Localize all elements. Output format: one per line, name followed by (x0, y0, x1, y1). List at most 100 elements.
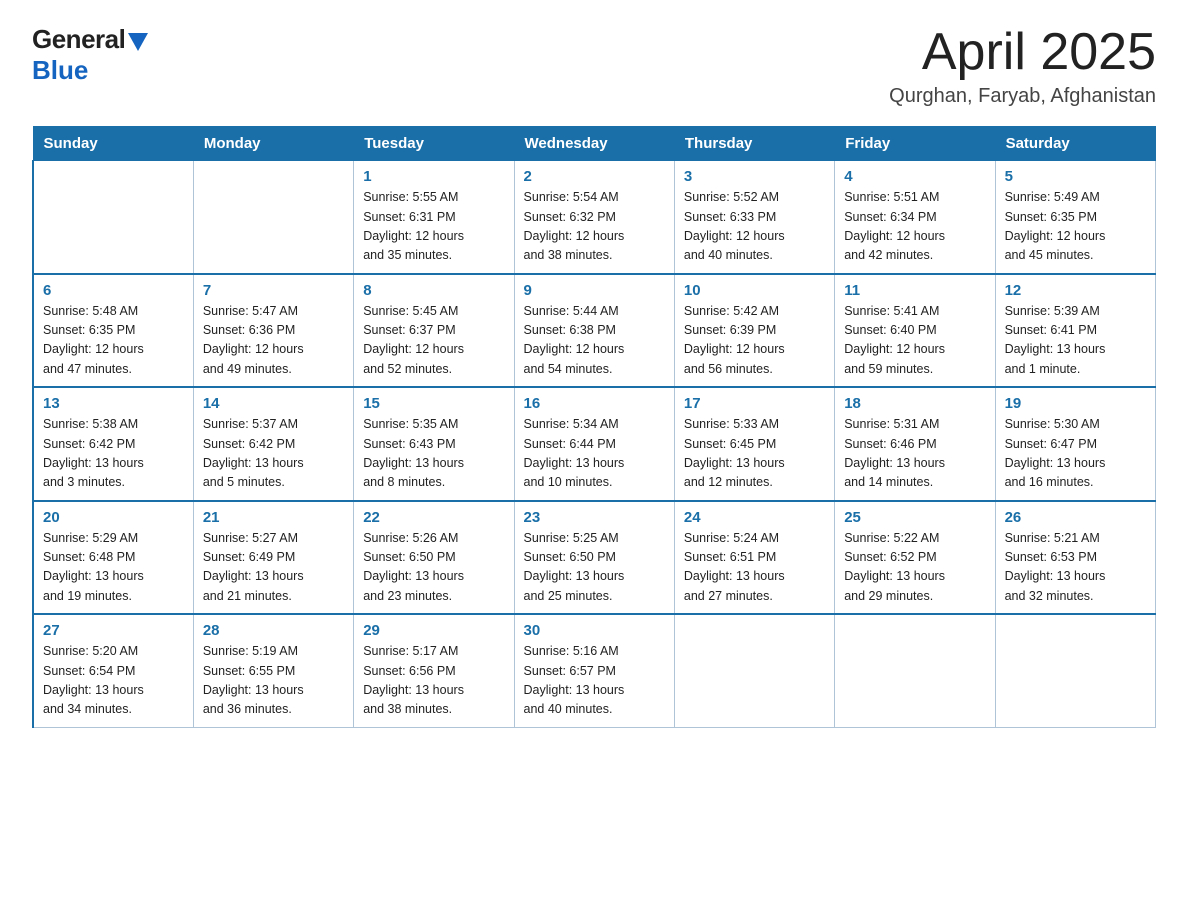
day-number: 14 (203, 395, 344, 412)
calendar-cell (674, 614, 834, 727)
calendar-cell: 15 Sunrise: 5:35 AM Sunset: 6:43 PM Dayli… (354, 387, 514, 501)
calendar-cell: 16 Sunrise: 5:34 AM Sunset: 6:44 PM Dayli… (514, 387, 674, 501)
calendar-cell: 28 Sunrise: 5:19 AM Sunset: 6:55 PM Dayli… (193, 614, 353, 727)
calendar-cell: 25 Sunrise: 5:22 AM Sunset: 6:52 PM Dayli… (835, 501, 995, 615)
day-info: Sunrise: 5:44 AM Sunset: 6:38 PM Dayligh… (524, 302, 665, 380)
col-header-sunday: Sunday (33, 127, 193, 161)
day-number: 29 (363, 622, 504, 639)
day-info: Sunrise: 5:20 AM Sunset: 6:54 PM Dayligh… (43, 642, 184, 720)
calendar-cell: 9 Sunrise: 5:44 AM Sunset: 6:38 PM Daylig… (514, 274, 674, 388)
calendar-row: 20 Sunrise: 5:29 AM Sunset: 6:48 PM Dayli… (33, 501, 1156, 615)
day-number: 8 (363, 282, 504, 299)
calendar-cell: 26 Sunrise: 5:21 AM Sunset: 6:53 PM Dayli… (995, 501, 1155, 615)
calendar-cell: 24 Sunrise: 5:24 AM Sunset: 6:51 PM Dayli… (674, 501, 834, 615)
day-info: Sunrise: 5:49 AM Sunset: 6:35 PM Dayligh… (1005, 188, 1146, 266)
calendar-cell: 27 Sunrise: 5:20 AM Sunset: 6:54 PM Dayli… (33, 614, 193, 727)
calendar-cell: 4 Sunrise: 5:51 AM Sunset: 6:34 PM Daylig… (835, 161, 995, 274)
day-info: Sunrise: 5:42 AM Sunset: 6:39 PM Dayligh… (684, 302, 825, 380)
day-info: Sunrise: 5:19 AM Sunset: 6:55 PM Dayligh… (203, 642, 344, 720)
day-info: Sunrise: 5:31 AM Sunset: 6:46 PM Dayligh… (844, 415, 985, 493)
month-title: April 2025 (889, 24, 1156, 81)
logo-blue-text: Blue (32, 55, 88, 86)
day-number: 6 (43, 282, 184, 299)
day-number: 21 (203, 509, 344, 526)
day-info: Sunrise: 5:24 AM Sunset: 6:51 PM Dayligh… (684, 529, 825, 607)
calendar-header-row: SundayMondayTuesdayWednesdayThursdayFrid… (33, 127, 1156, 161)
day-info: Sunrise: 5:26 AM Sunset: 6:50 PM Dayligh… (363, 529, 504, 607)
day-number: 11 (844, 282, 985, 299)
calendar-cell (33, 161, 193, 274)
calendar-cell: 12 Sunrise: 5:39 AM Sunset: 6:41 PM Dayli… (995, 274, 1155, 388)
calendar-cell: 8 Sunrise: 5:45 AM Sunset: 6:37 PM Daylig… (354, 274, 514, 388)
day-number: 15 (363, 395, 504, 412)
day-number: 20 (43, 509, 184, 526)
calendar-cell: 18 Sunrise: 5:31 AM Sunset: 6:46 PM Dayli… (835, 387, 995, 501)
day-info: Sunrise: 5:16 AM Sunset: 6:57 PM Dayligh… (524, 642, 665, 720)
calendar-cell: 13 Sunrise: 5:38 AM Sunset: 6:42 PM Dayli… (33, 387, 193, 501)
calendar-cell: 3 Sunrise: 5:52 AM Sunset: 6:33 PM Daylig… (674, 161, 834, 274)
calendar-cell (995, 614, 1155, 727)
day-info: Sunrise: 5:33 AM Sunset: 6:45 PM Dayligh… (684, 415, 825, 493)
calendar-row: 13 Sunrise: 5:38 AM Sunset: 6:42 PM Dayli… (33, 387, 1156, 501)
day-number: 3 (684, 168, 825, 185)
calendar-table: SundayMondayTuesdayWednesdayThursdayFrid… (32, 126, 1156, 728)
calendar-cell: 21 Sunrise: 5:27 AM Sunset: 6:49 PM Dayli… (193, 501, 353, 615)
day-info: Sunrise: 5:21 AM Sunset: 6:53 PM Dayligh… (1005, 529, 1146, 607)
calendar-cell: 5 Sunrise: 5:49 AM Sunset: 6:35 PM Daylig… (995, 161, 1155, 274)
calendar-cell: 14Sunrise: 5:37 AM Sunset: 6:42 PM Dayli… (193, 387, 353, 501)
day-number: 2 (524, 168, 665, 185)
calendar-cell: 1Sunrise: 5:55 AM Sunset: 6:31 PM Daylig… (354, 161, 514, 274)
calendar-row: 6 Sunrise: 5:48 AM Sunset: 6:35 PM Daylig… (33, 274, 1156, 388)
day-number: 7 (203, 282, 344, 299)
col-header-wednesday: Wednesday (514, 127, 674, 161)
day-info: Sunrise: 5:51 AM Sunset: 6:34 PM Dayligh… (844, 188, 985, 266)
day-number: 22 (363, 509, 504, 526)
day-number: 16 (524, 395, 665, 412)
day-number: 4 (844, 168, 985, 185)
logo-general-text: General (32, 24, 125, 55)
day-info: Sunrise: 5:38 AM Sunset: 6:42 PM Dayligh… (43, 415, 184, 493)
calendar-cell: 23Sunrise: 5:25 AM Sunset: 6:50 PM Dayli… (514, 501, 674, 615)
day-info: Sunrise: 5:48 AM Sunset: 6:35 PM Dayligh… (43, 302, 184, 380)
calendar-cell: 22 Sunrise: 5:26 AM Sunset: 6:50 PM Dayli… (354, 501, 514, 615)
calendar-cell (193, 161, 353, 274)
day-number: 28 (203, 622, 344, 639)
day-info: Sunrise: 5:54 AM Sunset: 6:32 PM Dayligh… (524, 188, 665, 266)
calendar-cell: 30 Sunrise: 5:16 AM Sunset: 6:57 PM Dayli… (514, 614, 674, 727)
day-number: 9 (524, 282, 665, 299)
calendar-cell: 7Sunrise: 5:47 AM Sunset: 6:36 PM Daylig… (193, 274, 353, 388)
day-info: Sunrise: 5:39 AM Sunset: 6:41 PM Dayligh… (1005, 302, 1146, 380)
logo: General Blue (32, 24, 148, 86)
day-number: 13 (43, 395, 184, 412)
calendar-cell: 29 Sunrise: 5:17 AM Sunset: 6:56 PM Dayli… (354, 614, 514, 727)
day-info: Sunrise: 5:34 AM Sunset: 6:44 PM Dayligh… (524, 415, 665, 493)
logo-arrow-icon (128, 33, 148, 51)
day-info: Sunrise: 5:25 AM Sunset: 6:50 PM Dayligh… (524, 529, 665, 607)
col-header-tuesday: Tuesday (354, 127, 514, 161)
calendar-cell: 17 Sunrise: 5:33 AM Sunset: 6:45 PM Dayli… (674, 387, 834, 501)
day-number: 17 (684, 395, 825, 412)
day-number: 5 (1005, 168, 1146, 185)
day-number: 30 (524, 622, 665, 639)
day-info: Sunrise: 5:22 AM Sunset: 6:52 PM Dayligh… (844, 529, 985, 607)
day-number: 27 (43, 622, 184, 639)
day-number: 18 (844, 395, 985, 412)
day-info: Sunrise: 5:29 AM Sunset: 6:48 PM Dayligh… (43, 529, 184, 607)
calendar-cell: 20 Sunrise: 5:29 AM Sunset: 6:48 PM Dayli… (33, 501, 193, 615)
day-info: Sunrise: 5:52 AM Sunset: 6:33 PM Dayligh… (684, 188, 825, 266)
day-info: Sunrise: 5:45 AM Sunset: 6:37 PM Dayligh… (363, 302, 504, 380)
day-number: 26 (1005, 509, 1146, 526)
calendar-row: 27 Sunrise: 5:20 AM Sunset: 6:54 PM Dayli… (33, 614, 1156, 727)
col-header-friday: Friday (835, 127, 995, 161)
title-block: April 2025 Qurghan, Faryab, Afghanistan (889, 24, 1156, 108)
day-number: 19 (1005, 395, 1146, 412)
day-number: 12 (1005, 282, 1146, 299)
day-info: Sunrise: 5:35 AM Sunset: 6:43 PM Dayligh… (363, 415, 504, 493)
day-number: 25 (844, 509, 985, 526)
day-info: Sunrise: 5:27 AM Sunset: 6:49 PM Dayligh… (203, 529, 344, 607)
calendar-cell: 6 Sunrise: 5:48 AM Sunset: 6:35 PM Daylig… (33, 274, 193, 388)
day-number: 24 (684, 509, 825, 526)
col-header-thursday: Thursday (674, 127, 834, 161)
day-info: Sunrise: 5:17 AM Sunset: 6:56 PM Dayligh… (363, 642, 504, 720)
location-title: Qurghan, Faryab, Afghanistan (889, 85, 1156, 108)
